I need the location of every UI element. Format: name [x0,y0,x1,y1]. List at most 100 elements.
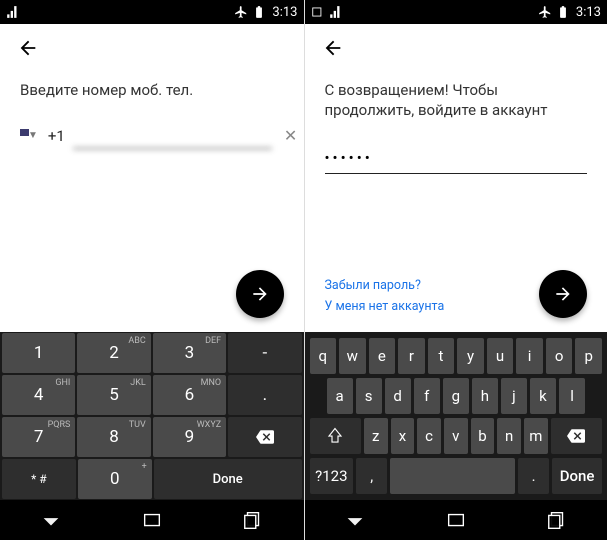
nav-back[interactable] [26,504,76,536]
key-q[interactable]: q [310,338,337,374]
nav-bar [0,500,304,540]
nav-back-icon [40,509,62,531]
key-w[interactable]: w [339,338,366,374]
key-u[interactable]: u [487,338,514,374]
key-5[interactable]: 5JKL [77,375,150,415]
key-3[interactable]: 3DEF [153,333,226,373]
key-2[interactable]: 2ABC [77,333,150,373]
key-backspace[interactable] [228,417,301,457]
key-z[interactable]: z [364,418,388,454]
key-comma[interactable]: , [356,458,387,494]
chevron-down-icon[interactable]: ▼ [28,130,38,141]
nav-home[interactable] [431,504,481,536]
key-b[interactable]: b [471,418,495,454]
key-0[interactable]: 0+ [78,459,152,499]
key-7[interactable]: 7PQRS [2,417,75,457]
qwerty-keyboard: qwertyuiop asdfghjkl zxcvbnm ?123 , . Do… [305,332,607,500]
key-6[interactable]: 6MNO [153,375,226,415]
phone-input[interactable] [73,122,272,149]
key-e[interactable]: e [369,338,396,374]
key-8[interactable]: 8TUV [77,417,150,457]
shift-icon [326,427,344,445]
key-g[interactable]: g [443,378,469,414]
next-button[interactable] [236,270,284,318]
key-4[interactable]: 4GHI [2,375,75,415]
nav-recent[interactable] [228,504,278,536]
clear-button[interactable]: ✕ [284,126,297,145]
forgot-password-link[interactable]: Забыли пароль? [325,278,445,293]
key-v[interactable]: v [444,418,468,454]
arrow-back-icon [17,37,39,59]
nav-home-icon [445,509,467,531]
key-shift[interactable] [310,418,361,454]
key-a[interactable]: a [327,378,353,414]
key-done[interactable]: Done [154,459,302,499]
status-time: 3:13 [576,5,601,20]
key-space[interactable] [390,458,515,494]
nav-home[interactable] [127,504,177,536]
phone-row: ▼ +1 ✕ [20,122,284,149]
key-period[interactable]: . [518,458,549,494]
key-i[interactable]: i [516,338,543,374]
backspace-icon [567,427,585,445]
prompt-text: С возвращением! Чтобы продолжить, войдит… [325,80,588,121]
key-dash[interactable]: - [228,333,301,373]
key-h[interactable]: h [472,378,498,414]
kbd-row-1: qwertyuiop [307,336,606,376]
arrow-back-icon [322,37,344,59]
back-button[interactable] [12,32,44,64]
key-c[interactable]: c [417,418,441,454]
airplane-icon [234,5,248,19]
key-p[interactable]: p [575,338,602,374]
key-backspace[interactable] [551,418,602,454]
key-o[interactable]: o [546,338,573,374]
next-button[interactable] [539,270,587,318]
key-star-hash[interactable]: * # [2,459,76,499]
screen-password-entry: 3:13 С возвращением! Чтобы продолжить, в… [304,0,607,540]
key-n[interactable]: n [497,418,521,454]
key-d[interactable]: d [385,378,411,414]
status-bar: 3:13 [0,0,304,24]
no-account-link[interactable]: У меня нет аккаунта [325,299,445,314]
key-y[interactable]: y [457,338,484,374]
kbd-row-4: ?123 , . Done [307,456,606,496]
key-s[interactable]: s [356,378,382,414]
key-period[interactable]: . [228,375,301,415]
key-x[interactable]: x [391,418,415,454]
key-symbols[interactable]: ?123 [310,458,354,494]
key-done[interactable]: Done [552,458,602,494]
nav-recent-icon [242,509,264,531]
nav-home-icon [141,509,163,531]
appbar [305,24,607,72]
status-time: 3:13 [272,5,297,20]
key-1[interactable]: 1 [2,333,75,373]
airplane-icon [538,5,552,19]
signal-icon [6,5,20,19]
key-9[interactable]: 9WXYZ [153,417,226,457]
nav-back-icon [344,509,366,531]
content-area: Введите номер моб. тел. ▼ +1 ✕ [0,72,304,332]
nav-back[interactable] [330,504,380,536]
key-t[interactable]: t [428,338,455,374]
key-j[interactable]: j [501,378,527,414]
nav-recent[interactable] [532,504,582,536]
screenshot-icon [311,5,325,19]
key-m[interactable]: m [524,418,548,454]
numeric-keyboard: 1 2ABC 3DEF - 4GHI 5JKL 6MNO . 7PQRS 8TU… [0,332,304,500]
key-l[interactable]: l [559,378,585,414]
key-k[interactable]: k [530,378,556,414]
password-input[interactable] [325,143,588,174]
key-r[interactable]: r [398,338,425,374]
dial-prefix: +1 [48,127,65,145]
prompt-text: Введите номер моб. тел. [20,80,284,100]
appbar [0,24,304,72]
status-bar: 3:13 [305,0,607,24]
kbd-row-3: zxcvbnm [307,416,606,456]
back-button[interactable] [317,32,349,64]
screen-phone-entry: 3:13 Введите номер моб. тел. ▼ +1 ✕ 1 2A… [0,0,304,540]
signal-icon [329,5,343,19]
arrow-forward-icon [250,284,270,304]
content-area: С возвращением! Чтобы продолжить, войдит… [305,72,607,332]
key-f[interactable]: f [414,378,440,414]
battery-icon [252,5,266,19]
